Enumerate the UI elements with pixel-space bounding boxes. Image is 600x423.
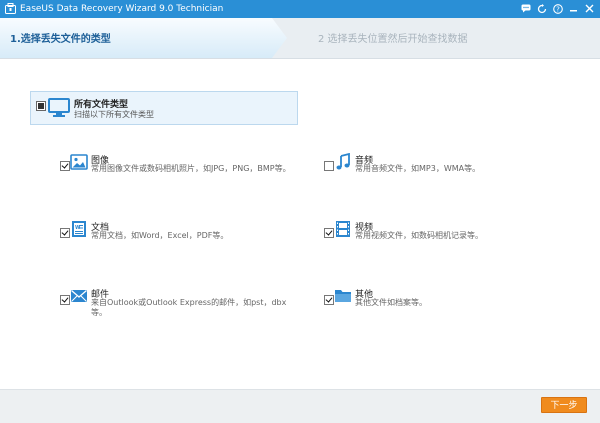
video-checkbox[interactable] <box>324 228 334 238</box>
other-description: 其他文件如档案等。 <box>355 298 427 307</box>
envelope-icon <box>71 290 87 302</box>
footer-bar <box>0 389 600 423</box>
all-types-checkbox[interactable] <box>36 101 46 111</box>
window-title: EaseUS Data Recovery Wizard 9.0 Technici… <box>20 4 224 14</box>
help-icon[interactable]: ? <box>551 2 564 15</box>
email-checkbox[interactable] <box>60 295 70 305</box>
folder-icon <box>335 290 351 302</box>
image-checkbox[interactable] <box>60 161 70 171</box>
update-icon[interactable] <box>535 2 548 15</box>
other-checkbox[interactable] <box>324 295 334 305</box>
picture-icon <box>70 154 88 170</box>
document-description: 常用文档，如Word，Excel，PDF等。 <box>91 231 229 240</box>
video-description: 常用视频文件，如数码相机记录等。 <box>355 231 483 240</box>
audio-description: 常用音频文件，如MP3，WMA等。 <box>355 164 481 173</box>
audio-checkbox[interactable] <box>324 161 334 171</box>
next-button[interactable]: 下一步 <box>541 397 587 413</box>
step-1-label: 1.选择丢失文件的类型 <box>10 34 111 45</box>
svg-text:?: ? <box>556 5 560 13</box>
title-bar: EaseUS Data Recovery Wizard 9.0 Technici… <box>0 0 600 18</box>
step-header: 1.选择丢失文件的类型 2 选择丢失位置然后开始查找数据 <box>0 18 600 59</box>
step-2-label: 2 选择丢失位置然后开始查找数据 <box>318 34 468 45</box>
all-file-types-option[interactable]: 所有文件类型 扫描以下所有文件类型 <box>30 91 298 125</box>
document-icon: W <box>72 221 86 237</box>
image-description: 常用图像文件或数码相机照片，如JPG，PNG，BMP等。 <box>91 164 291 173</box>
music-note-icon <box>336 153 350 170</box>
close-icon[interactable] <box>583 2 596 15</box>
email-description: 来自Outlook或Outlook Express的邮件，如pst，dbx等。 <box>91 298 287 317</box>
chat-icon[interactable] <box>519 2 532 15</box>
window-controls: ? <box>519 2 596 15</box>
document-checkbox[interactable] <box>60 228 70 238</box>
all-types-subtitle: 扫描以下所有文件类型 <box>74 110 154 119</box>
monitor-icon <box>48 98 70 117</box>
app-logo-icon <box>5 3 16 14</box>
minimize-icon[interactable] <box>567 2 580 15</box>
film-icon <box>336 221 350 237</box>
